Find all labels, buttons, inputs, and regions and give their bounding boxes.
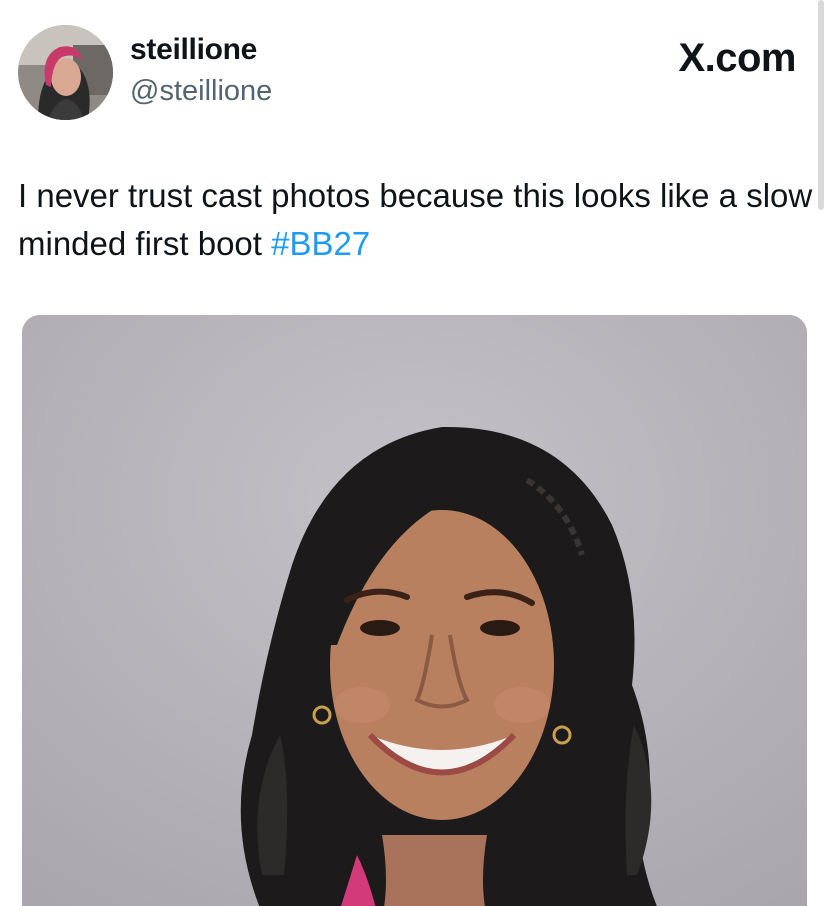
profile-photo-icon	[18, 25, 113, 120]
scrollbar[interactable]	[818, 0, 824, 210]
author-avatar[interactable]	[18, 25, 113, 120]
tweet-media-photo[interactable]	[22, 315, 807, 906]
tweet-screenshot: steillione @steillione X.com I never tru…	[0, 0, 828, 906]
x-logo: X.com	[678, 36, 796, 80]
tweet-body-text: I never trust cast photos because this l…	[18, 177, 813, 262]
tweet-text: I never trust cast photos because this l…	[18, 172, 813, 268]
author-handle[interactable]: @steillione	[130, 75, 272, 108]
hashtag-link[interactable]: #BB27	[271, 225, 370, 262]
author-display-name[interactable]: steillione	[130, 33, 257, 67]
portrait-photo-icon	[22, 315, 807, 906]
